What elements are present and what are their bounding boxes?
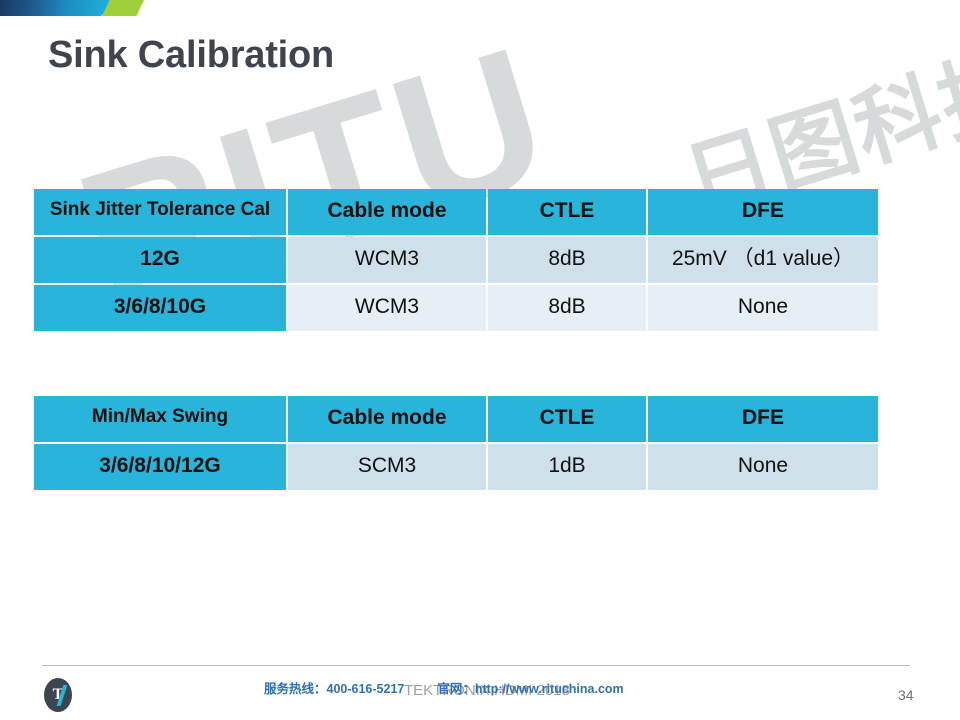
footer-hotline: 服务热线：400-616-5217 <box>264 682 405 696</box>
logo-monogram-text: T <box>52 686 64 703</box>
cell-ctle: 1dB <box>488 444 646 490</box>
cell-ctle: 8dB <box>488 285 646 331</box>
cell-cable-mode: SCM3 <box>288 444 486 490</box>
page-title: Sink Calibration <box>48 34 335 76</box>
page-number: 34 <box>898 687 914 703</box>
column-header-ctle: CTLE <box>488 189 646 235</box>
column-header-ctle: CTLE <box>488 396 646 442</box>
watermark-overlay: RITU 日图科技 <box>0 0 960 720</box>
cell-cable-mode: WCM3 <box>288 285 486 331</box>
cell-dfe: 25mV （d1 value） <box>648 237 878 283</box>
cell-dfe: None <box>648 285 878 331</box>
table-sink-jitter-tolerance-cal: Sink Jitter Tolerance Cal Cable mode CTL… <box>32 187 880 333</box>
column-header-cable-mode: Cable mode <box>288 396 486 442</box>
top-banner <box>0 0 960 16</box>
table-min-max-swing: Min/Max Swing Cable mode CTLE DFE 3/6/8/… <box>32 394 880 492</box>
column-header-sink-jitter-tolerance-cal: Sink Jitter Tolerance Cal <box>34 189 286 235</box>
footer-website[interactable]: 官网：http://www.rituchina.com <box>437 682 623 696</box>
row-label-3-6-8-10g: 3/6/8/10G <box>34 285 286 331</box>
footer-divider <box>42 665 910 666</box>
table-row: 3/6/8/10/12G SCM3 1dB None <box>34 444 878 490</box>
column-header-dfe: DFE <box>648 396 878 442</box>
cell-cable-mode: WCM3 <box>288 237 486 283</box>
row-label-12g: 12G <box>34 237 286 283</box>
column-header-min-max-swing: Min/Max Swing <box>34 396 286 442</box>
cell-dfe: None <box>648 444 878 490</box>
table-header-row: Min/Max Swing Cable mode CTLE DFE <box>34 396 878 442</box>
company-logo: T <box>44 678 72 712</box>
column-header-cable-mode: Cable mode <box>288 189 486 235</box>
banner-blue-gradient <box>0 0 115 16</box>
column-header-dfe: DFE <box>648 189 878 235</box>
table-row: 12G WCM3 8dB 25mV （d1 value） <box>34 237 878 283</box>
row-label-3-6-8-10-12g: 3/6/8/10/12G <box>34 444 286 490</box>
table-header-row: Sink Jitter Tolerance Cal Cable mode CTL… <box>34 189 878 235</box>
footer-contact-info: 服务热线：400-616-5217 官网：http://www.rituchin… <box>264 678 624 697</box>
table-row: 3/6/8/10G WCM3 8dB None <box>34 285 878 331</box>
cell-ctle: 8dB <box>488 237 646 283</box>
